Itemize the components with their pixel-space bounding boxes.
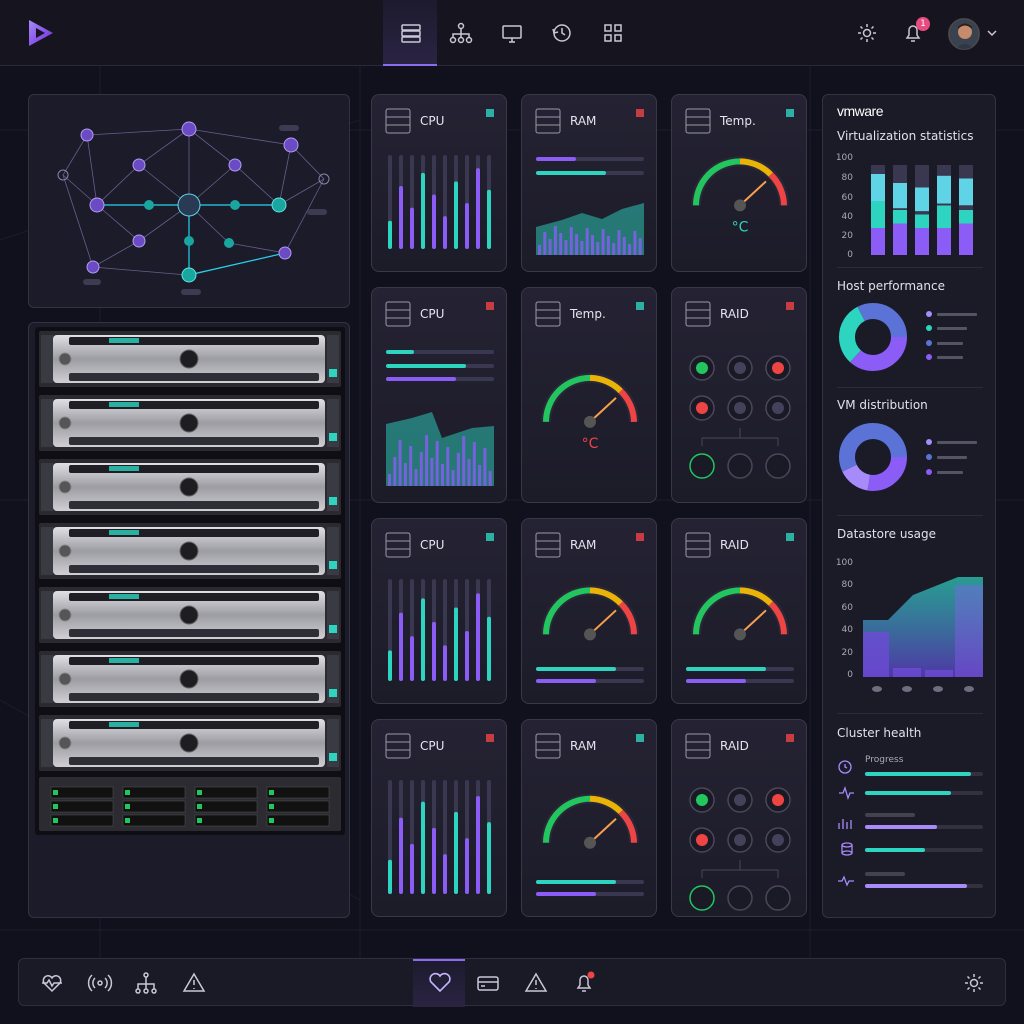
card-visual: °C xyxy=(535,301,644,452)
vm-distribution-title: VM distribution xyxy=(837,398,928,412)
chevron-down-icon[interactable] xyxy=(984,25,1000,41)
metric-card-temp-2[interactable]: Temp. °C xyxy=(671,94,807,272)
virtualization-bars xyxy=(871,165,973,255)
gauge-unit: °C xyxy=(732,219,749,235)
card-visual xyxy=(385,733,494,894)
history-icon[interactable] xyxy=(549,20,575,46)
host-legend xyxy=(926,311,977,360)
server-unit[interactable] xyxy=(39,395,341,451)
apps-icon[interactable] xyxy=(600,20,626,46)
datastore-area-chart xyxy=(863,577,983,692)
metric-card-raid-11[interactable]: RAID xyxy=(671,719,807,917)
divider xyxy=(837,267,983,268)
server-unit[interactable] xyxy=(39,523,341,579)
monitor-icon[interactable] xyxy=(499,20,525,46)
server-rack xyxy=(35,327,345,835)
app-logo[interactable] xyxy=(24,16,58,50)
settings-icon[interactable] xyxy=(961,970,987,996)
hierarchy-icon[interactable] xyxy=(133,970,159,996)
bottom-toolbar xyxy=(18,958,1006,1007)
axis-tick: 100 xyxy=(835,558,853,568)
server-rack-panel[interactable] xyxy=(28,322,350,918)
metric-card-temp-4[interactable]: Temp. °C xyxy=(521,287,657,503)
card-visual xyxy=(385,301,494,486)
card-visual xyxy=(685,733,794,911)
divider xyxy=(837,713,983,714)
virtualization-sidebar: vmware Virtualization statistics 100 80 … xyxy=(822,94,996,918)
card-visual xyxy=(535,108,644,255)
divider xyxy=(837,387,983,388)
server-unit[interactable] xyxy=(39,587,341,643)
axis-tick: 40 xyxy=(841,625,853,635)
axis-tick: 60 xyxy=(841,603,853,613)
datastore-usage-title: Datastore usage xyxy=(837,527,937,541)
metric-card-cpu-0[interactable]: CPU xyxy=(371,94,507,272)
vm-distribution-donut xyxy=(839,423,907,491)
divider xyxy=(837,515,983,516)
metric-card-ram-7[interactable]: RAM xyxy=(521,518,657,704)
cluster-health-title: Cluster health xyxy=(837,726,922,740)
heart-icon[interactable] xyxy=(427,970,453,996)
card-visual xyxy=(535,733,644,896)
card-visual xyxy=(685,532,794,683)
metric-card-cpu-6[interactable]: CPU xyxy=(371,518,507,704)
servers-icon[interactable] xyxy=(398,20,424,46)
cluster-progress-tracks xyxy=(865,772,983,888)
network-topology-panel[interactable] xyxy=(28,94,350,308)
card-visual xyxy=(535,532,644,683)
broadcast-icon[interactable] xyxy=(87,970,113,996)
user-avatar[interactable] xyxy=(948,18,980,50)
server-unit[interactable] xyxy=(39,331,341,387)
metric-card-raid-5[interactable]: RAID xyxy=(671,287,807,503)
network-icon[interactable] xyxy=(448,20,474,46)
metric-card-cpu-3[interactable]: CPU xyxy=(371,287,507,503)
sidebar-charts xyxy=(838,165,983,888)
host-performance-title: Host performance xyxy=(837,279,945,293)
card-visual: °C xyxy=(685,108,794,235)
metric-card-raid-8[interactable]: RAID xyxy=(671,518,807,704)
gauge-unit: °C xyxy=(582,436,599,452)
server-unit[interactable] xyxy=(39,459,341,515)
metric-card-cpu-9[interactable]: CPU xyxy=(371,719,507,917)
top-bar: 1 xyxy=(0,0,1024,66)
settings-gear-icon[interactable] xyxy=(854,20,880,46)
vm-legend xyxy=(926,439,977,475)
card-visual xyxy=(685,301,794,479)
server-unit[interactable] xyxy=(39,715,341,771)
bell-alert-icon[interactable] xyxy=(571,970,597,996)
storage-icon[interactable] xyxy=(475,970,501,996)
card-visual xyxy=(385,108,494,249)
axis-tick: 80 xyxy=(841,580,853,590)
heartbeat-icon[interactable] xyxy=(39,970,65,996)
cluster-health-bars xyxy=(838,760,854,887)
axis-tick: 0 xyxy=(847,670,853,680)
notification-badge: 1 xyxy=(916,17,930,31)
card-visual xyxy=(385,532,494,681)
storage-unit[interactable] xyxy=(39,777,341,831)
progress-label: Progress xyxy=(865,755,904,765)
server-unit[interactable] xyxy=(39,651,341,707)
network-topology-diagram xyxy=(57,121,330,295)
alert-icon[interactable] xyxy=(523,970,549,996)
metric-card-ram-1[interactable]: RAM xyxy=(521,94,657,272)
host-performance-donut xyxy=(839,303,907,371)
warning-icon[interactable] xyxy=(181,970,207,996)
metric-card-ram-10[interactable]: RAM xyxy=(521,719,657,917)
axis-tick: 20 xyxy=(841,648,853,658)
